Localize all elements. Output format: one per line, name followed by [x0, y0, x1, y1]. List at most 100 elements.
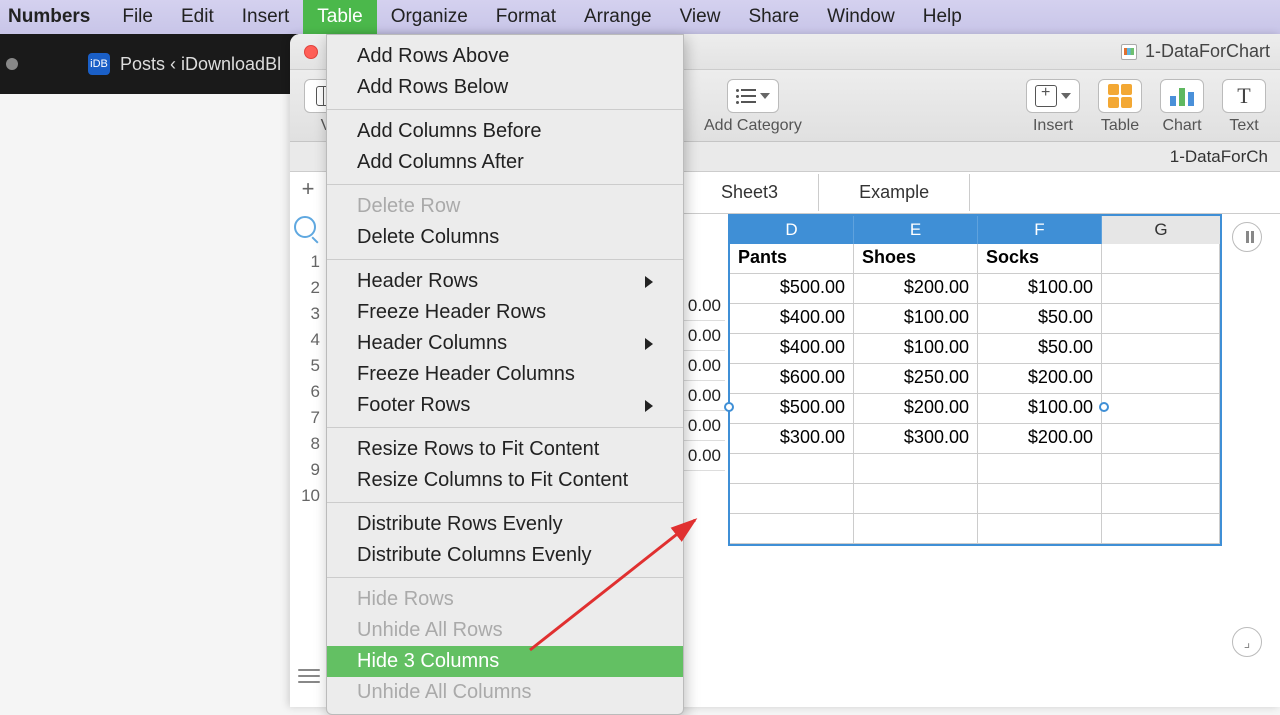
close-icon[interactable]	[304, 45, 318, 59]
cell[interactable]: $100.00	[978, 274, 1102, 304]
column-header[interactable]: E	[854, 216, 978, 244]
cell[interactable]	[854, 484, 978, 514]
cell[interactable]	[1102, 484, 1220, 514]
menu-item[interactable]: Footer Rows	[327, 390, 683, 421]
menu-item[interactable]: Add Columns After	[327, 147, 683, 178]
menu-organize[interactable]: Organize	[377, 0, 482, 34]
cell[interactable]: $200.00	[854, 394, 978, 424]
cell[interactable]: $600.00	[730, 364, 854, 394]
row-num[interactable]: 9	[311, 460, 320, 486]
menu-item[interactable]: Header Rows	[327, 266, 683, 297]
menu-item: Unhide All Columns	[327, 677, 683, 708]
row-num[interactable]: 10	[301, 486, 320, 512]
column-header[interactable]: G	[1102, 216, 1220, 244]
cell[interactable]: $400.00	[730, 304, 854, 334]
cell[interactable]: $200.00	[854, 274, 978, 304]
cell[interactable]: $500.00	[730, 394, 854, 424]
menu-item[interactable]: Header Columns	[327, 328, 683, 359]
menu-format[interactable]: Format	[482, 0, 570, 34]
cell[interactable]: $200.00	[978, 364, 1102, 394]
row-num[interactable]: 2	[311, 278, 320, 304]
cell[interactable]: $300.00	[730, 424, 854, 454]
row-num[interactable]: 4	[311, 330, 320, 356]
row-num[interactable]: 7	[311, 408, 320, 434]
row-num[interactable]: 5	[311, 356, 320, 382]
chart-button[interactable]	[1160, 79, 1204, 113]
cell[interactable]: $100.00	[978, 394, 1102, 424]
spreadsheet-table[interactable]: D E F G PantsShoesSocks$500.00$200.00$10…	[728, 214, 1222, 546]
cell[interactable]: $300.00	[854, 424, 978, 454]
cell[interactable]	[1102, 394, 1220, 424]
list-icon	[736, 89, 756, 103]
row-num[interactable]: 6	[311, 382, 320, 408]
app-name[interactable]: Numbers	[8, 6, 90, 28]
cell[interactable]	[978, 454, 1102, 484]
table-button[interactable]	[1098, 79, 1142, 113]
cell[interactable]: $50.00	[978, 334, 1102, 364]
corner-button[interactable]: ⌟	[1232, 627, 1262, 657]
menu-icon[interactable]	[298, 675, 320, 677]
cell[interactable]: Shoes	[854, 244, 978, 274]
cell[interactable]	[1102, 514, 1220, 544]
cell[interactable]: $100.00	[854, 304, 978, 334]
menu-edit[interactable]: Edit	[167, 0, 228, 34]
cell[interactable]	[730, 484, 854, 514]
partial-column: 0.00 0.00 0.00 0.00 0.00 0.00	[680, 291, 725, 471]
row-num[interactable]: 1	[311, 252, 320, 278]
menu-item[interactable]: Freeze Header Rows	[327, 297, 683, 328]
menu-item[interactable]: Resize Columns to Fit Content	[327, 465, 683, 496]
cell[interactable]: $500.00	[730, 274, 854, 304]
cell[interactable]	[978, 484, 1102, 514]
menu-item[interactable]: Freeze Header Columns	[327, 359, 683, 390]
cell[interactable]	[978, 514, 1102, 544]
column-header[interactable]: F	[978, 216, 1102, 244]
cell[interactable]: $50.00	[978, 304, 1102, 334]
menu-item[interactable]: Resize Rows to Fit Content	[327, 434, 683, 465]
cell[interactable]: $250.00	[854, 364, 978, 394]
menu-item[interactable]: Add Rows Above	[327, 41, 683, 72]
column-header[interactable]: D	[730, 216, 854, 244]
text-button[interactable]: T	[1222, 79, 1266, 113]
cell[interactable]: $100.00	[854, 334, 978, 364]
menu-share[interactable]: Share	[734, 0, 813, 34]
menu-item[interactable]: Add Columns Before	[327, 116, 683, 147]
selection-handle-icon[interactable]	[1099, 402, 1109, 412]
cell[interactable]	[1102, 454, 1220, 484]
cell[interactable]	[854, 514, 978, 544]
cell[interactable]	[1102, 274, 1220, 304]
add-sheet-button[interactable]: +	[296, 178, 320, 200]
menu-table[interactable]: Table	[303, 0, 376, 34]
cell[interactable]	[1102, 244, 1220, 274]
system-menubar: Numbers File Edit Insert Table Organize …	[0, 0, 1280, 34]
cell[interactable]: Socks	[978, 244, 1102, 274]
add-category-button[interactable]	[727, 79, 779, 113]
cell[interactable]	[854, 454, 978, 484]
sheet-tab[interactable]: Sheet3	[680, 174, 819, 211]
search-icon[interactable]	[294, 216, 316, 238]
selection-handle-icon[interactable]	[724, 402, 734, 412]
cell[interactable]	[730, 514, 854, 544]
menu-view[interactable]: View	[666, 0, 735, 34]
menu-insert[interactable]: Insert	[228, 0, 304, 34]
menu-item[interactable]: Delete Columns	[327, 222, 683, 253]
insert-button[interactable]	[1026, 79, 1080, 113]
document-title-text: 1-DataForChart	[1145, 41, 1270, 62]
menu-window[interactable]: Window	[813, 0, 909, 34]
menu-file[interactable]: File	[108, 0, 167, 34]
cell[interactable]	[730, 454, 854, 484]
cell[interactable]	[1102, 304, 1220, 334]
cell[interactable]: $200.00	[978, 424, 1102, 454]
menu-arrange[interactable]: Arrange	[570, 0, 666, 34]
cell[interactable]: Pants	[730, 244, 854, 274]
cell[interactable]	[1102, 334, 1220, 364]
menu-help[interactable]: Help	[909, 0, 976, 34]
cell[interactable]	[1102, 364, 1220, 394]
sheet-tab[interactable]: Example	[819, 174, 970, 211]
pause-button[interactable]	[1232, 222, 1262, 252]
menu-item[interactable]: Add Rows Below	[327, 72, 683, 103]
cell[interactable]	[1102, 424, 1220, 454]
row-num[interactable]: 3	[311, 304, 320, 330]
row-num[interactable]: 8	[311, 434, 320, 460]
cell[interactable]: $400.00	[730, 334, 854, 364]
browser-tab[interactable]: iDB Posts ‹ iDownloadBl	[88, 53, 281, 75]
